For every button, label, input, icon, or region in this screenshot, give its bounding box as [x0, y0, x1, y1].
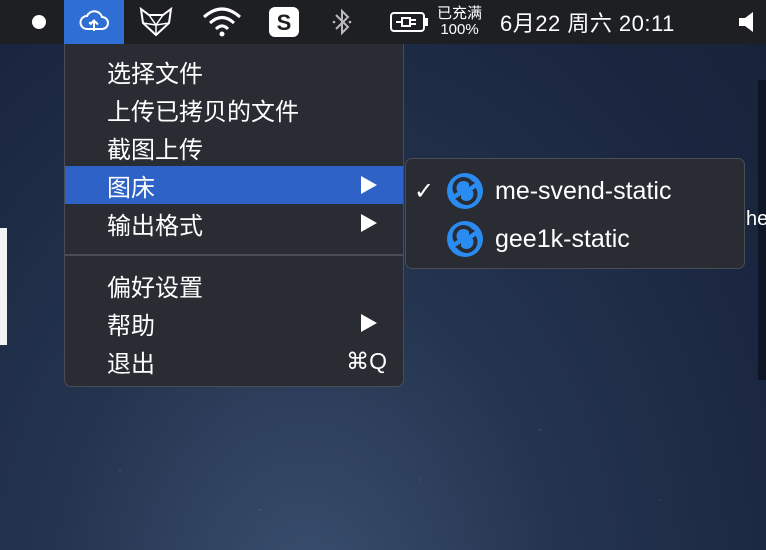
- menu-item-quit[interactable]: 退出 ⌘Q: [65, 342, 403, 380]
- fox-icon[interactable]: [136, 0, 176, 44]
- quit-shortcut: ⌘Q: [346, 347, 387, 374]
- sync-icon: [446, 172, 484, 210]
- sync-icon: [446, 220, 484, 258]
- battery-plug-icon[interactable]: [388, 0, 432, 44]
- checkmark-icon: ✓: [414, 177, 435, 205]
- menu-item-screenshot-upload[interactable]: 截图上传: [65, 128, 403, 166]
- menu-bar: S 已充满 100% 6月22 周六 20:11: [0, 0, 766, 44]
- battery-percent: 100%: [440, 21, 479, 38]
- menu-separator: [65, 254, 403, 256]
- menu-item-image-host[interactable]: 图床: [65, 166, 403, 204]
- submenu-arrow-icon: [361, 214, 377, 232]
- menu-item-select-file[interactable]: 选择文件: [65, 52, 403, 90]
- bluetooth-icon[interactable]: [328, 0, 356, 44]
- image-host-submenu: ✓ me-svend-static gee1k-static: [405, 158, 745, 269]
- menu-item-label: 退出: [107, 350, 155, 378]
- wifi-icon[interactable]: [200, 0, 244, 44]
- background-window-edge: [0, 228, 7, 345]
- menu-item-label: 帮助: [107, 312, 155, 340]
- submenu-arrow-icon: [361, 176, 377, 194]
- submenu-item-gee1k-static[interactable]: gee1k-static: [406, 215, 744, 263]
- submenu-item-me-svend-static[interactable]: ✓ me-svend-static: [406, 167, 744, 215]
- menu-item-label: 截图上传: [107, 136, 203, 164]
- menu-item-label: 偏好设置: [107, 274, 203, 302]
- svg-text:S: S: [277, 10, 292, 35]
- submenu-arrow-icon: [361, 314, 377, 332]
- cloud-upload-icon[interactable]: [64, 0, 124, 44]
- menu-item-label: 图床: [107, 174, 155, 202]
- menu-item-label: 输出格式: [107, 212, 203, 240]
- menu-item-upload-copied[interactable]: 上传已拷贝的文件: [65, 90, 403, 128]
- battery-charged-label: 已充满: [437, 5, 483, 22]
- submenu-item-label: me-svend-static: [495, 176, 672, 205]
- background-window-text: he: [746, 208, 766, 230]
- submenu-item-label: gee1k-static: [495, 224, 630, 253]
- battery-status[interactable]: 已充满 100%: [437, 4, 482, 40]
- volume-icon[interactable]: [734, 0, 762, 44]
- dot-icon[interactable]: [26, 0, 52, 44]
- menu-item-preferences[interactable]: 偏好设置: [65, 266, 403, 304]
- clock[interactable]: 6月22 周六 20:11: [500, 0, 675, 44]
- sogou-s-icon[interactable]: S: [266, 0, 302, 44]
- menu-item-help[interactable]: 帮助: [65, 304, 403, 342]
- menu-item-output-format[interactable]: 输出格式: [65, 204, 403, 242]
- menu-item-label: 选择文件: [107, 60, 203, 88]
- menu-item-label: 上传已拷贝的文件: [107, 98, 299, 126]
- app-dropdown-menu: 选择文件 上传已拷贝的文件 截图上传 图床 输出格式 偏好设置 帮助 退出 ⌘Q: [64, 44, 404, 387]
